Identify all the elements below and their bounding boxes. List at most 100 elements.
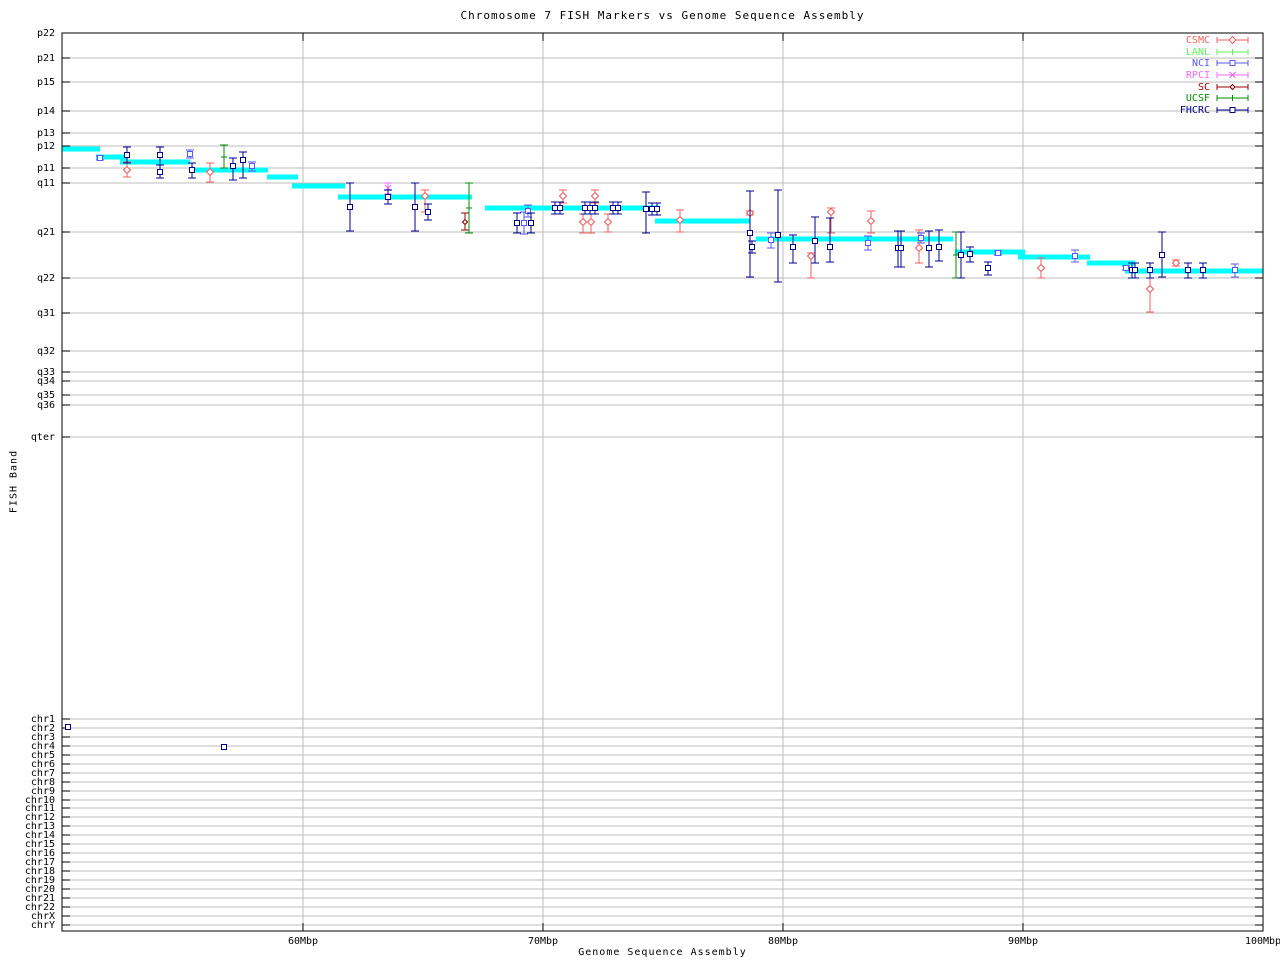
y-tick-label: q32: [37, 346, 55, 357]
marker-CSMC: [588, 219, 595, 226]
x-tick-label: 80Mbp: [768, 936, 798, 947]
marker-NCI: [188, 152, 193, 157]
marker-NCI: [250, 164, 255, 169]
x-tick-label: 60Mbp: [288, 936, 318, 947]
marker-FHCRC: [1133, 268, 1138, 273]
y-tick-label: p11: [37, 163, 55, 174]
x-tick-label: 90Mbp: [1008, 936, 1038, 947]
marker-FHCRC: [190, 168, 195, 173]
y-tick-label: q31: [37, 308, 55, 319]
marker-FHCRC: [748, 231, 753, 236]
marker-FHCRC: [616, 206, 621, 211]
marker-FHCRC: [986, 266, 991, 271]
y-tick-label: p22: [37, 28, 55, 39]
marker-NCI: [919, 236, 924, 241]
legend-label-UCSF: UCSF: [1186, 93, 1210, 104]
marker-FHCRC: [959, 253, 964, 258]
marker-CSMC: [592, 193, 599, 200]
legend-marker-FHCRC: [1230, 108, 1235, 113]
marker-CSMC: [916, 245, 923, 252]
marker-FHCRC: [1186, 268, 1191, 273]
legend-label-SC: SC: [1198, 82, 1210, 93]
marker-NCI: [996, 251, 1001, 256]
marker-CSMC: [1147, 286, 1154, 293]
y-tick-label: q11: [37, 178, 55, 189]
marker-NCI: [98, 156, 103, 161]
y-tick-label: p13: [37, 128, 55, 139]
marker-FHCRC: [791, 245, 796, 250]
legend-label-NCI: NCI: [1192, 58, 1210, 69]
marker-CSMC: [808, 253, 815, 260]
marker-FHCRC: [611, 206, 616, 211]
y-tick-label: p21: [37, 53, 55, 64]
marker-FHCRC: [583, 206, 588, 211]
marker-CSMC: [605, 219, 612, 226]
chart-title: Chromosome 7 FISH Markers vs Genome Sequ…: [62, 9, 1263, 22]
marker-FHCRC: [828, 245, 833, 250]
y-tick-label: qter: [31, 432, 55, 443]
marker-FHCRC: [231, 164, 236, 169]
marker-NCI: [769, 238, 774, 243]
legend-marker-SC: [1230, 85, 1235, 90]
y-tick-label: chrY: [31, 920, 55, 931]
marker-NCI: [1233, 268, 1238, 273]
marker-CSMC: [1038, 265, 1045, 272]
marker-CSMC: [580, 219, 587, 226]
marker-FHCRC: [66, 725, 71, 730]
marker-SC: [463, 220, 468, 225]
marker-NCI: [1073, 254, 1078, 259]
marker-FHCRC: [968, 252, 973, 257]
marker-FHCRC: [1160, 253, 1165, 258]
y-tick-label: p14: [37, 106, 55, 117]
marker-FHCRC: [776, 233, 781, 238]
y-tick-label: p12: [37, 141, 55, 152]
marker-FHCRC: [222, 745, 227, 750]
marker-FHCRC: [125, 153, 130, 158]
y-tick-label: q22: [37, 273, 55, 284]
x-tick-label: 100Mbp: [1245, 936, 1280, 947]
marker-FHCRC: [348, 205, 353, 210]
marker-FHCRC: [750, 245, 755, 250]
marker-FHCRC: [553, 206, 558, 211]
marker-CSMC: [868, 218, 875, 225]
marker-FHCRC: [413, 205, 418, 210]
legend-label-FHCRC: FHCRC: [1180, 105, 1210, 116]
marker-FHCRC: [529, 221, 534, 226]
marker-FHCRC: [655, 207, 660, 212]
marker-FHCRC: [241, 158, 246, 163]
marker-FHCRC: [588, 206, 593, 211]
legend-label-CSMC: CSMC: [1186, 35, 1210, 46]
y-axis-label: FISH Band: [9, 442, 20, 522]
y-tick-label: p15: [37, 77, 55, 88]
marker-CSMC: [828, 209, 835, 216]
y-tick-label: q36: [37, 400, 55, 411]
marker-FHCRC: [927, 246, 932, 251]
marker-FHCRC: [558, 206, 563, 211]
plot-canvas: p22p21p15p14p13p12p11q11q21q22q31q32q33q…: [0, 0, 1280, 960]
marker-FHCRC: [644, 207, 649, 212]
chart-page: p22p21p15p14p13p12p11q11q21q22q31q32q33q…: [0, 0, 1280, 960]
legend-label-LANL: LANL: [1186, 47, 1210, 58]
legend-marker-CSMC: [1229, 37, 1236, 44]
marker-CSMC: [560, 193, 567, 200]
marker-FHCRC: [1201, 268, 1206, 273]
marker-FHCRC: [593, 206, 598, 211]
marker-NCI: [866, 241, 871, 246]
marker-NCI: [1124, 266, 1129, 271]
y-tick-label: q34: [37, 376, 55, 387]
marker-FHCRC: [899, 246, 904, 251]
x-tick-label: 70Mbp: [528, 936, 558, 947]
marker-FHCRC: [426, 210, 431, 215]
marker-FHCRC: [813, 239, 818, 244]
legend-label-RPCI: RPCI: [1186, 70, 1210, 81]
y-tick-label: q21: [37, 227, 55, 238]
x-axis-label: Genome Sequence Assembly: [62, 947, 1263, 958]
legend-marker-NCI: [1230, 61, 1235, 66]
marker-NCI: [522, 221, 527, 226]
marker-FHCRC: [158, 170, 163, 175]
marker-FHCRC: [386, 195, 391, 200]
marker-FHCRC: [937, 245, 942, 250]
marker-FHCRC: [158, 153, 163, 158]
marker-FHCRC: [1148, 268, 1153, 273]
marker-CSMC: [1173, 260, 1180, 267]
